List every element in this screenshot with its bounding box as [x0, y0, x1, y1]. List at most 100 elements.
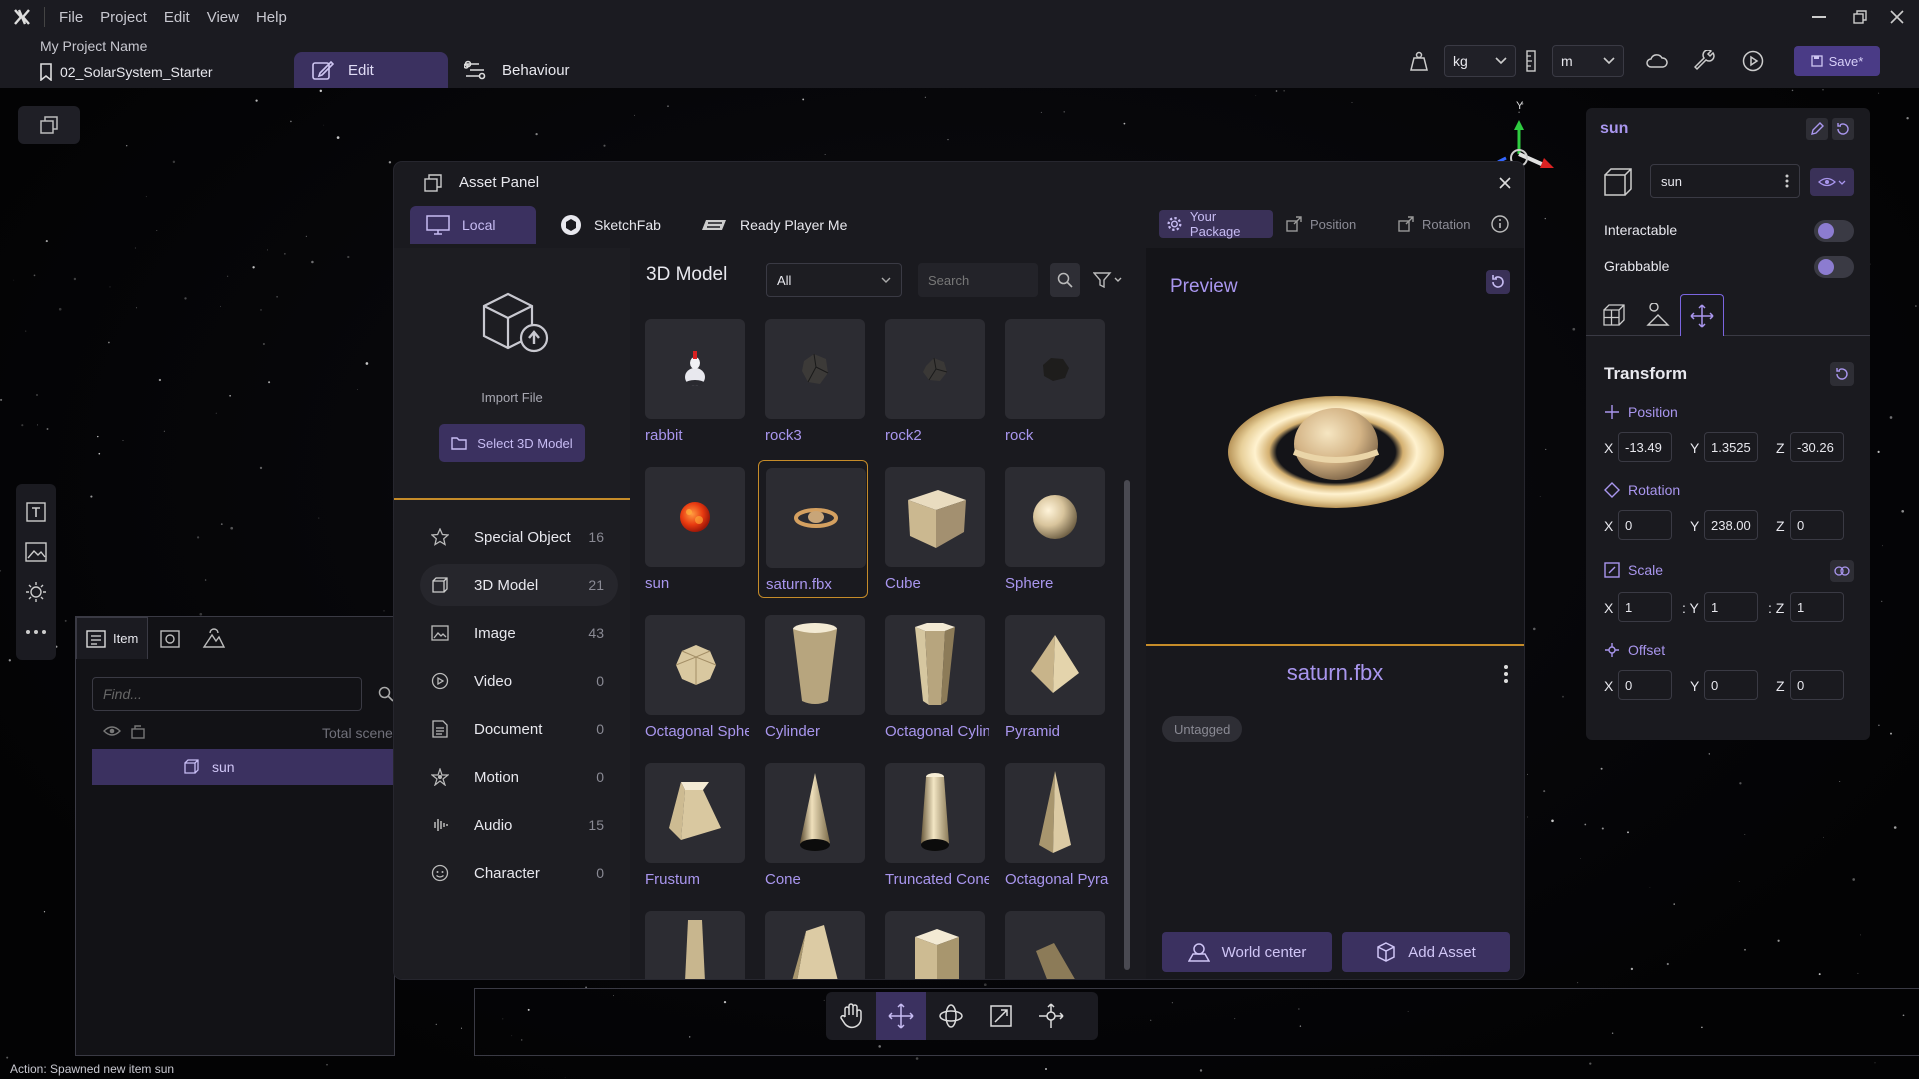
category-character[interactable]: Character 0 — [420, 852, 618, 894]
move-tool-icon[interactable] — [876, 992, 926, 1040]
rotate-tool-icon[interactable] — [926, 992, 976, 1040]
asset-tile[interactable]: Cube — [878, 460, 988, 598]
asset-tile-selected[interactable]: saturn.fbx — [758, 460, 868, 598]
scale-z-input[interactable]: 1 — [1790, 592, 1844, 622]
category-special-object[interactable]: Special Object 16 — [420, 516, 618, 558]
rotation-y-input[interactable]: 238.00 — [1704, 510, 1758, 540]
asset-tile[interactable] — [878, 904, 988, 979]
grabbable-toggle[interactable] — [1814, 256, 1854, 278]
menu-edit[interactable]: Edit — [162, 9, 192, 26]
category-image[interactable]: Image 43 — [420, 612, 618, 654]
reset-transform-icon[interactable] — [1830, 362, 1854, 386]
tab-sketchfab[interactable]: SketchFab — [544, 206, 661, 244]
find-input[interactable] — [92, 677, 362, 711]
asset-tile[interactable]: rock — [998, 312, 1108, 450]
length-unit-select[interactable]: m — [1552, 45, 1624, 77]
category-filter-select[interactable]: All — [766, 263, 902, 297]
position-button[interactable]: Position — [1278, 210, 1364, 238]
asset-tile[interactable]: Octagonal Sphere — [638, 608, 749, 746]
refresh-icon[interactable] — [1832, 118, 1854, 140]
asset-tile[interactable]: Octagonal Pyramid — [998, 756, 1109, 894]
minimize-icon[interactable] — [1797, 0, 1841, 34]
asset-tile[interactable] — [998, 904, 1108, 979]
visibility-toggle[interactable] — [1810, 168, 1854, 196]
environment-tab-icon[interactable] — [192, 617, 236, 659]
menu-view[interactable]: View — [205, 9, 241, 26]
scale-x-input[interactable]: 1 — [1618, 592, 1672, 622]
select-3d-model-button[interactable]: Select 3D Model — [439, 424, 585, 462]
lock-icon[interactable] — [128, 721, 148, 741]
search-icon[interactable] — [1050, 263, 1080, 297]
asset-tile[interactable]: Cylinder — [758, 608, 868, 746]
tab-local[interactable]: Local — [410, 206, 536, 244]
transform-tool-icon[interactable] — [1026, 992, 1076, 1040]
text-tool-icon[interactable] — [16, 494, 56, 530]
asset-tile[interactable]: Frustum — [638, 756, 748, 894]
category-motion[interactable]: Motion 0 — [420, 756, 618, 798]
asset-tile[interactable]: Sphere — [998, 460, 1108, 598]
reset-view-icon[interactable] — [1486, 270, 1510, 294]
hierarchy-row[interactable]: sun — [92, 749, 396, 785]
save-button[interactable]: Save* — [1794, 46, 1880, 76]
asset-tile[interactable]: rock3 — [758, 312, 868, 450]
asset-tile[interactable] — [758, 904, 868, 979]
preview-stage[interactable] — [1146, 248, 1524, 646]
kebab-menu-icon[interactable] — [1498, 662, 1514, 686]
interactable-toggle[interactable] — [1814, 220, 1854, 242]
camera-tab-icon[interactable] — [148, 617, 192, 659]
scale-y-input[interactable]: 1 — [1704, 592, 1758, 622]
tab-edit[interactable]: Edit — [294, 52, 448, 88]
scene-file[interactable]: 02_SolarSystem_Starter — [40, 63, 213, 81]
close-icon[interactable] — [1494, 172, 1516, 194]
mesh-tab-icon[interactable] — [1592, 294, 1636, 336]
asset-tile[interactable]: Cone — [758, 756, 868, 894]
asset-tile[interactable]: sun — [638, 460, 748, 598]
rename-icon[interactable] — [1806, 118, 1828, 140]
position-y-input[interactable]: 1.3525 — [1704, 432, 1758, 462]
search-input[interactable] — [918, 263, 1038, 297]
tag-badge[interactable]: Untagged — [1162, 716, 1243, 742]
your-package-button[interactable]: Your Package — [1159, 209, 1273, 239]
hand-tool-icon[interactable] — [826, 992, 876, 1040]
rotation-button[interactable]: Rotation — [1390, 210, 1478, 238]
category-audio[interactable]: Audio 15 — [420, 804, 618, 846]
rotation-z-input[interactable]: 0 — [1790, 510, 1844, 540]
offset-z-input[interactable]: 0 — [1790, 670, 1844, 700]
asset-tile[interactable]: rock2 — [878, 312, 988, 450]
cloud-icon[interactable] — [1642, 46, 1672, 76]
menu-help[interactable]: Help — [254, 9, 289, 26]
material-tab-icon[interactable] — [1636, 294, 1680, 336]
asset-tile[interactable]: rabbit — [638, 312, 748, 450]
visibility-icon[interactable] — [102, 721, 122, 741]
offset-x-input[interactable]: 0 — [1618, 670, 1672, 700]
position-x-input[interactable]: -13.49 — [1618, 432, 1672, 462]
add-asset-button[interactable]: Add Asset — [1342, 932, 1510, 972]
offset-y-input[interactable]: 0 — [1704, 670, 1758, 700]
asset-tile[interactable] — [638, 904, 748, 979]
image-tool-icon[interactable] — [16, 534, 56, 570]
duplicate-button[interactable] — [18, 106, 80, 144]
search-icon[interactable] — [376, 679, 396, 709]
world-center-button[interactable]: World center — [1162, 932, 1332, 972]
asset-tile[interactable]: Pyramid — [998, 608, 1108, 746]
wrench-icon[interactable] — [1690, 46, 1720, 76]
grid-scrollbar[interactable] — [1124, 480, 1130, 970]
tab-ready-player-me[interactable]: Ready Player Me — [684, 206, 847, 244]
tab-item[interactable]: Item — [76, 617, 148, 659]
category-video[interactable]: Video 0 — [420, 660, 618, 702]
category-document[interactable]: Document 0 — [420, 708, 618, 750]
close-window-icon[interactable] — [1875, 0, 1919, 34]
category-3d-model[interactable]: 3D Model 21 — [420, 564, 618, 606]
position-z-input[interactable]: -30.26 — [1790, 432, 1844, 462]
link-icon[interactable] — [1830, 560, 1854, 582]
transform-tab[interactable] — [1680, 294, 1724, 336]
scale-tool-icon[interactable] — [976, 992, 1026, 1040]
object-name-field[interactable]: sun — [1650, 164, 1800, 198]
asset-tile[interactable]: Truncated Cone — [878, 756, 989, 894]
filter-icon[interactable] — [1088, 263, 1128, 297]
play-icon[interactable] — [1738, 46, 1768, 76]
mass-unit-select[interactable]: kg — [1444, 45, 1516, 77]
import-area[interactable]: Import File Select 3D Model — [394, 248, 630, 500]
more-icon[interactable] — [16, 614, 56, 650]
info-icon[interactable] — [1490, 214, 1510, 234]
